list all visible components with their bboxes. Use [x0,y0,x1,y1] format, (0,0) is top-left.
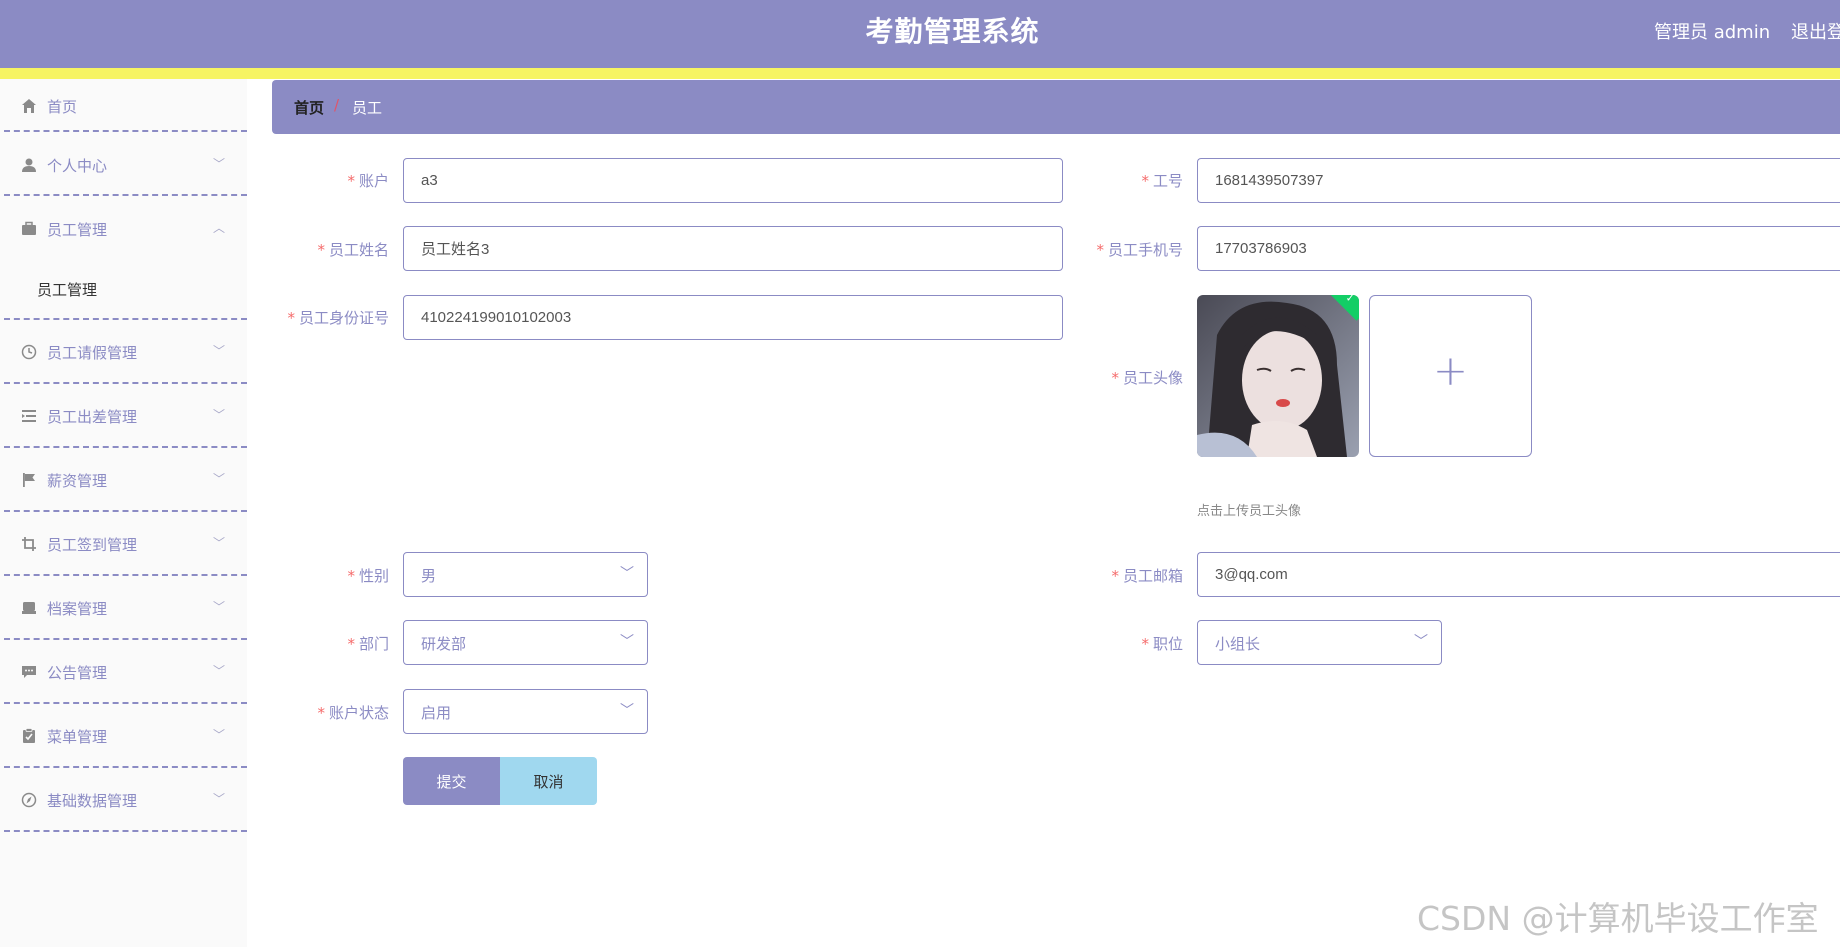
position-value: 小组长 [1215,635,1261,653]
chevron-down-icon: ﹀ [213,472,226,486]
sidebar-item-home[interactable]: 首页 [0,79,247,132]
chevron-down-icon: ﹀ [213,600,226,614]
sidebar-item-menu[interactable]: 菜单管理 ﹀ [0,704,247,768]
breadcrumb-separator: / [334,96,340,114]
chevron-down-icon: ﹀ [213,792,226,806]
position-label: * 职位 [1141,635,1183,653]
account-input[interactable] [403,158,1063,203]
clock-icon [19,342,39,362]
sidebar-item-label: 档案管理 [47,600,108,618]
sidebar-item-label: 基础数据管理 [47,792,138,810]
email-label: * 员工邮箱 [1111,567,1183,585]
user-icon [19,155,39,175]
sidebar-item-label: 员工管理 [47,221,108,239]
chevron-down-icon: ﹀ [1414,634,1428,650]
id-card-label: * 员工身份证号 [287,309,389,327]
chevron-down-icon: ﹀ [213,664,226,678]
chevron-down-icon: ﹀ [620,566,634,582]
department-select[interactable]: 研发部 ﹀ [403,620,648,665]
chevron-down-icon: ﹀ [213,728,226,742]
flag-icon [19,470,39,490]
account-status-label: * 账户状态 [317,704,389,722]
sidebar-item-label: 首页 [47,98,78,116]
gender-value: 男 [421,567,437,585]
employee-name-label: * 员工姓名 [317,241,389,259]
account-status-value: 启用 [421,704,452,722]
sidebar-item-label: 个人中心 [47,157,108,175]
employee-no-label: * 工号 [1141,172,1183,190]
list-indent-icon [19,406,39,426]
phone-input[interactable] [1197,226,1840,271]
sidebar-item-leave[interactable]: 员工请假管理 ﹀ [0,320,247,384]
chevron-down-icon: ﹀ [213,344,226,358]
department-label: * 部门 [347,635,389,653]
avatar-upload-button[interactable]: + [1369,295,1532,457]
breadcrumb-home-link[interactable]: 首页 [294,97,324,118]
cancel-button[interactable]: 取消 [500,757,597,805]
id-card-input[interactable] [403,295,1063,340]
sidebar-item-archive[interactable]: 档案管理 ﹀ [0,576,247,640]
chevron-up-icon: ︿ [213,221,226,235]
clipboard-icon [19,726,39,746]
account-status-select[interactable]: 启用 ﹀ [403,689,648,734]
sidebar-item-label: 员工签到管理 [47,536,138,554]
employee-name-input[interactable] [403,226,1063,271]
sidebar-item-employee-management[interactable]: 员工管理 ︿ 员工管理 [0,196,247,320]
department-value: 研发部 [421,635,467,653]
sidebar-item-checkin[interactable]: 员工签到管理 ﹀ [0,512,247,576]
sidebar-item-label: 薪资管理 [47,472,108,490]
sidebar-item-profile[interactable]: 个人中心 ﹀ [0,132,247,196]
gender-select[interactable]: 男 ﹀ [403,552,648,597]
chevron-down-icon: ﹀ [213,408,226,422]
email-input[interactable] [1197,552,1840,597]
app-title: 考勤管理系统 [865,15,1040,48]
sidebar-item-label: 公告管理 [47,664,108,682]
message-icon [19,662,39,682]
sidebar: 首页 个人中心 ﹀ 员工管理 ︿ 员工管理 员工请假管理 ﹀ 员工出差管理 ﹀ [0,79,247,947]
crop-icon [19,534,39,554]
sidebar-item-label: 员工出差管理 [47,408,138,426]
header-accent-stripe [0,68,1840,79]
sidebar-item-label: 员工请假管理 [47,344,138,362]
account-label: * 账户 [347,172,389,190]
employee-no-input[interactable] [1197,158,1840,203]
avatar-upload-hint: 点击上传员工头像 [1197,504,1302,519]
logout-button[interactable]: 退出登录 [1791,18,1840,44]
compass-icon [19,790,39,810]
sidebar-item-announcement[interactable]: 公告管理 ﹀ [0,640,247,704]
breadcrumb-current: 员工 [352,99,383,117]
watermark: CSDN @计算机毕设工作室 [1417,899,1819,938]
avatar-label: * 员工头像 [1111,369,1183,387]
divider [4,830,247,832]
chevron-down-icon: ﹀ [620,703,634,719]
sidebar-item-salary[interactable]: 薪资管理 ﹀ [0,448,247,512]
position-select[interactable]: 小组长 ﹀ [1197,620,1442,665]
plus-icon: + [1432,346,1469,395]
sidebar-item-business-trip[interactable]: 员工出差管理 ﹀ [0,384,247,448]
top-bar: 考勤管理系统 管理员 admin 退出登录 [0,0,1840,79]
chevron-down-icon: ﹀ [213,157,226,171]
archive-icon [19,598,39,618]
submit-button[interactable]: 提交 [403,757,500,805]
current-user: 管理员 admin [1654,22,1771,43]
chevron-down-icon: ﹀ [620,634,634,650]
phone-label: * 员工手机号 [1096,241,1183,259]
gender-label: * 性别 [347,567,389,585]
home-icon [19,96,39,116]
avatar-image[interactable]: ✓ [1197,295,1359,457]
sidebar-item-label: 菜单管理 [47,728,108,746]
submenu-item-employee-management[interactable]: 员工管理 [37,279,97,300]
chevron-down-icon: ﹀ [213,536,226,550]
breadcrumb: 首页 / 员工 [272,80,1840,134]
check-icon: ✓ [1345,295,1355,305]
sidebar-item-basic-data[interactable]: 基础数据管理 ﹀ [0,768,247,832]
briefcase-icon [19,219,39,239]
